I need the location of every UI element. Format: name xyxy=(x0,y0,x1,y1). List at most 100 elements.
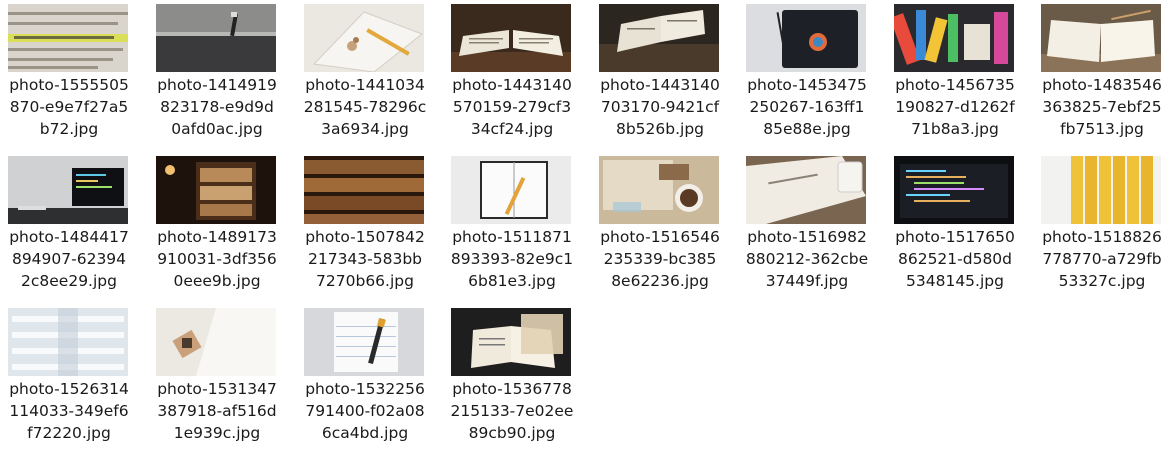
file-name-line: 114033-349ef6 xyxy=(9,402,129,420)
file-name-line: 235339-bc385 xyxy=(603,250,717,268)
file-item[interactable]: photo-1507842 217343-583bb 7270b66.jpg xyxy=(296,152,436,302)
open-book-desk-image xyxy=(599,4,719,72)
file-name-line: 217343-583bb xyxy=(307,250,423,268)
file-name: photo-1532256 791400-f02a08 6ca4bd.jpg xyxy=(296,378,434,444)
file-name-line: photo-1517650 xyxy=(895,228,1015,246)
file-item[interactable]: photo-1511871 893393-82e9c1 6b81e3.jpg xyxy=(443,152,583,302)
file-name-line: photo-1511871 xyxy=(452,228,572,246)
file-item[interactable]: photo-1516982 880212-362cbe 37449f.jpg xyxy=(738,152,878,302)
file-name-line: 778770-a729fb xyxy=(1042,250,1162,268)
file-thumbnail xyxy=(304,308,424,376)
file-name: photo-1489173 910031-3df356 0eee9b.jpg xyxy=(148,226,286,292)
file-name-line: 862521-d580d xyxy=(897,250,1013,268)
file-name-line: 281545-78296c xyxy=(303,98,427,116)
file-name: photo-1441034 281545-78296c 3a6934.jpg xyxy=(296,74,434,140)
file-name: photo-1516982 880212-362cbe 37449f.jpg xyxy=(738,226,876,292)
file-name-line: photo-1507842 xyxy=(305,228,425,246)
file-name: photo-1414919 823178-e9d9d 0afd0ac.jpg xyxy=(148,74,286,140)
file-name: photo-1483546 363825-7ebf25 fb7513.jpg xyxy=(1033,74,1169,140)
file-name-line: photo-1414919 xyxy=(157,76,277,94)
file-name-line: photo-1555505 xyxy=(9,76,129,94)
file-item[interactable]: photo-1484417 894907-62394 2c8ee29.jpg xyxy=(0,152,140,302)
file-item[interactable]: photo-1531347 387918-af516d 1e939c.jpg xyxy=(148,304,288,451)
file-name-line: photo-1483546 xyxy=(1042,76,1162,94)
black-notebook-image xyxy=(746,4,866,72)
file-name-line: 71b8a3.jpg xyxy=(911,120,999,138)
file-name-line: 6b81e3.jpg xyxy=(468,272,556,290)
laptop-code-image xyxy=(8,156,128,224)
file-name-line: photo-1453475 xyxy=(747,76,867,94)
file-name-line: 703170-9421cf xyxy=(600,98,720,116)
file-name-line: 8b526b.jpg xyxy=(615,120,705,138)
file-item[interactable]: photo-1526314 114033-349ef6 f72220.jpg xyxy=(0,304,140,451)
file-name-line: photo-1536778 xyxy=(452,380,572,398)
colorful-supplies-image xyxy=(894,4,1014,72)
file-name-line: 880212-362cbe xyxy=(745,250,869,268)
file-name-line: 791400-f02a08 xyxy=(305,402,425,420)
bookshelves-image xyxy=(304,156,424,224)
journal-mug-image xyxy=(746,156,866,224)
file-name-line: photo-1531347 xyxy=(157,380,277,398)
file-name: photo-1453475 250267-163ff1 85e88e.jpg xyxy=(738,74,876,140)
file-thumbnail xyxy=(894,156,1014,224)
file-thumbnail xyxy=(451,308,571,376)
file-name: photo-1517650 862521-d580d 5348145.jpg xyxy=(886,226,1024,292)
file-item[interactable]: photo-1443140 570159-279cf3 34cf24.jpg xyxy=(443,0,583,150)
notepad-pen-image xyxy=(304,308,424,376)
file-name-line: photo-1441034 xyxy=(305,76,425,94)
file-item[interactable]: photo-1483546 363825-7ebf25 fb7513.jpg xyxy=(1033,0,1169,150)
yellow-pencils-image xyxy=(1041,156,1161,224)
file-name-line: 3a6934.jpg xyxy=(321,120,409,138)
book-pen-image xyxy=(156,4,276,72)
file-thumbnail xyxy=(304,156,424,224)
file-thumbnail xyxy=(451,156,571,224)
file-item[interactable]: photo-1518826 778770-a729fb 53327c.jpg xyxy=(1033,152,1169,302)
file-name-line: photo-1516546 xyxy=(600,228,720,246)
file-thumbnail xyxy=(894,4,1014,72)
file-name: photo-1555505 870-e9e7f27a5 b72.jpg xyxy=(0,74,138,140)
file-name-line: 215133-7e02ee xyxy=(450,402,574,420)
file-name-line: photo-1443140 xyxy=(452,76,572,94)
planner-pencil-image xyxy=(451,156,571,224)
file-thumbnail xyxy=(746,4,866,72)
file-name-line: 37449f.jpg xyxy=(765,272,849,290)
highlighted-text-image xyxy=(8,4,128,72)
file-name-line: f72220.jpg xyxy=(27,424,111,442)
open-book-dark-image xyxy=(451,4,571,72)
file-item[interactable]: photo-1516546 235339-bc385 8e62236.jpg xyxy=(591,152,731,302)
file-item[interactable]: photo-1517650 862521-d580d 5348145.jpg xyxy=(886,152,1026,302)
file-name-line: 250267-163ff1 xyxy=(749,98,865,116)
file-item[interactable]: photo-1532256 791400-f02a08 6ca4bd.jpg xyxy=(296,304,436,451)
file-name: photo-1443140 570159-279cf3 34cf24.jpg xyxy=(443,74,581,140)
file-name: photo-1443140 703170-9421cf 8b526b.jpg xyxy=(591,74,729,140)
file-item[interactable]: photo-1443140 703170-9421cf 8b526b.jpg xyxy=(591,0,731,150)
file-name: photo-1511871 893393-82e9c1 6b81e3.jpg xyxy=(443,226,581,292)
file-item[interactable]: photo-1456735 190827-d1262f 71b8a3.jpg xyxy=(886,0,1026,150)
file-item[interactable]: photo-1489173 910031-3df356 0eee9b.jpg xyxy=(148,152,288,302)
file-name-line: 2c8ee29.jpg xyxy=(21,272,117,290)
file-name-line: 363825-7ebf25 xyxy=(1042,98,1162,116)
file-item[interactable]: photo-1441034 281545-78296c 3a6934.jpg xyxy=(296,0,436,150)
file-name: photo-1507842 217343-583bb 7270b66.jpg xyxy=(296,226,434,292)
file-thumbnail xyxy=(599,156,719,224)
file-name-line: 53327c.jpg xyxy=(1058,272,1146,290)
book-corner-image xyxy=(156,308,276,376)
file-thumbnail xyxy=(156,308,276,376)
file-name-line: 7270b66.jpg xyxy=(316,272,414,290)
file-name: photo-1518826 778770-a729fb 53327c.jpg xyxy=(1033,226,1169,292)
open-book-dark-table-image xyxy=(451,308,571,376)
blank-book-image xyxy=(1041,4,1161,72)
file-name-line: 6ca4bd.jpg xyxy=(321,424,409,442)
file-item[interactable]: photo-1414919 823178-e9d9d 0afd0ac.jpg xyxy=(148,0,288,150)
file-name-line: photo-1484417 xyxy=(9,228,129,246)
file-name: photo-1456735 190827-d1262f 71b8a3.jpg xyxy=(886,74,1024,140)
file-thumbnail xyxy=(8,4,128,72)
file-item[interactable]: photo-1453475 250267-163ff1 85e88e.jpg xyxy=(738,0,878,150)
file-name-line: 894907-62394 xyxy=(11,250,127,268)
file-name-line: b72.jpg xyxy=(39,120,99,138)
file-item[interactable]: photo-1536778 215133-7e02ee 89cb90.jpg xyxy=(443,304,583,451)
white-library-image xyxy=(8,308,128,376)
file-item[interactable]: photo-1555505 870-e9e7f27a5 b72.jpg xyxy=(0,0,140,150)
file-name: photo-1484417 894907-62394 2c8ee29.jpg xyxy=(0,226,138,292)
file-name-line: 5348145.jpg xyxy=(906,272,1004,290)
